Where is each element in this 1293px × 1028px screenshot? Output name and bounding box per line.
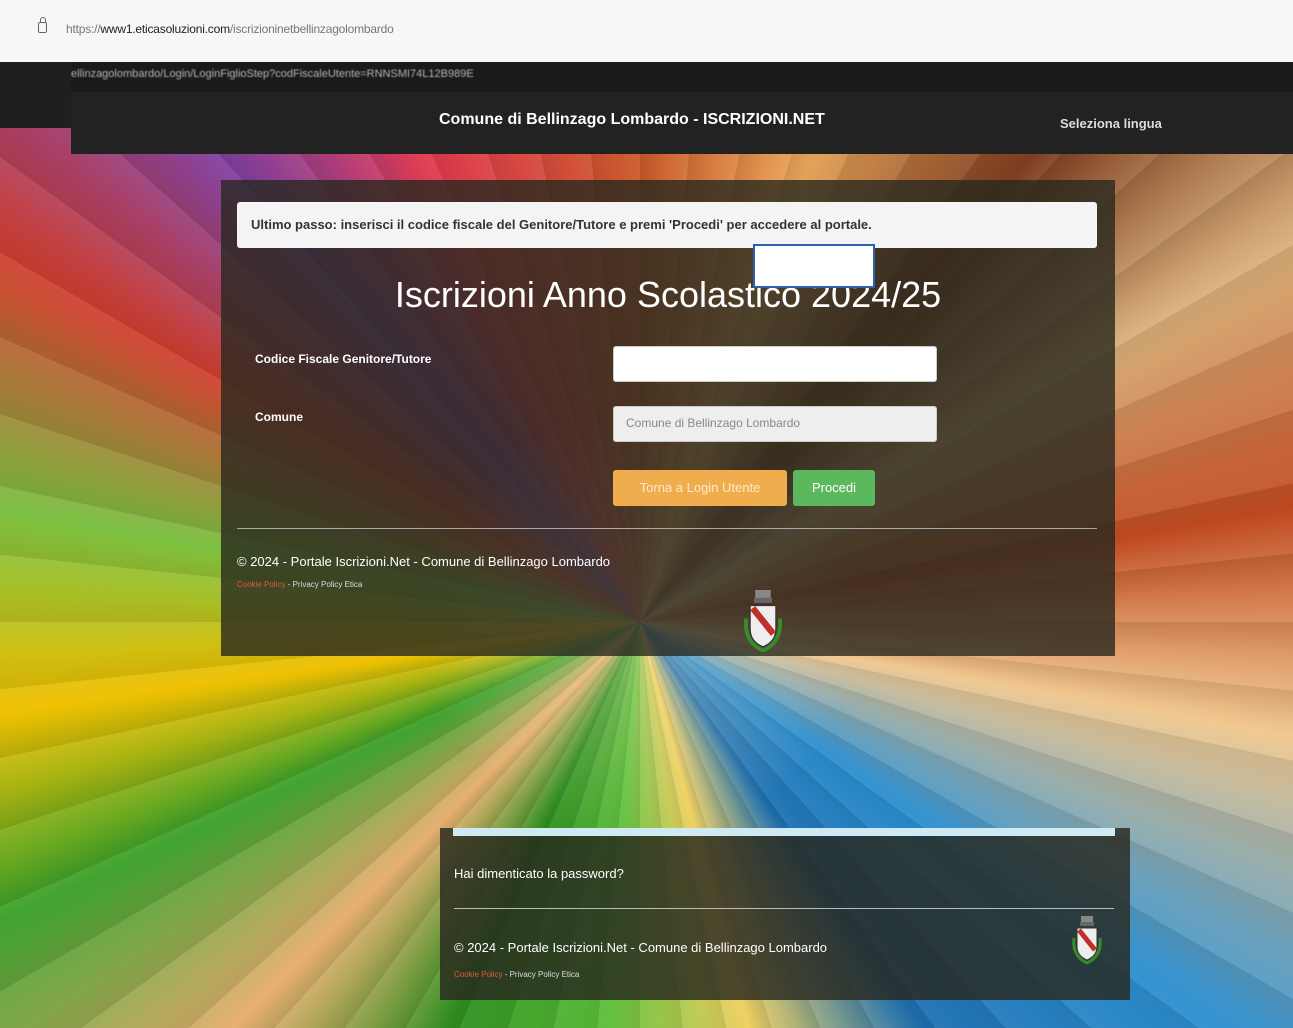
codice-fiscale-label: Codice Fiscale Genitore/Tutore — [255, 352, 432, 366]
cookie-policy-link[interactable]: Cookie Policy — [454, 970, 502, 979]
footer-links: Cookie Policy - Privacy Policy Etica — [237, 580, 362, 589]
navbar: Comune di Bellinzago Lombardo - ISCRIZIO… — [71, 92, 1293, 154]
panel-top-edge — [453, 828, 1115, 836]
municipal-crest-icon — [743, 590, 783, 652]
redaction-box — [753, 244, 875, 288]
cookie-policy-link[interactable]: Cookie Policy — [237, 580, 285, 589]
back-to-login-button[interactable]: Torna a Login Utente — [613, 470, 787, 506]
navbar-title[interactable]: Comune di Bellinzago Lombardo - ISCRIZIO… — [439, 111, 825, 129]
lock-icon — [38, 17, 47, 33]
proceed-button[interactable]: Procedi — [793, 470, 875, 506]
language-selector[interactable]: Seleziona lingua — [1060, 116, 1162, 131]
footer-copyright: © 2024 - Portale Iscrizioni.Net - Comune… — [454, 940, 828, 955]
separator: - — [285, 580, 293, 589]
underlying-login-panel: Hai dimenticato la password? © 2024 - Po… — [440, 828, 1130, 1000]
separator: - — [502, 970, 510, 979]
info-alert: Ultimo passo: inserisci il codice fiscal… — [237, 202, 1097, 248]
footer-copyright: © 2024 - Portale Iscrizioni.Net - Comune… — [237, 554, 611, 569]
browser-address-bar[interactable]: https://www1.eticasoluzioni.com/iscrizio… — [0, 0, 1293, 63]
municipal-crest-icon — [1072, 916, 1102, 964]
divider — [454, 908, 1114, 909]
forgot-password-link[interactable]: Hai dimenticato la password? — [454, 866, 624, 881]
url-text[interactable]: https://www1.eticasoluzioni.com/iscrizio… — [66, 22, 394, 36]
privacy-policy-link[interactable]: Privacy Policy Etica — [293, 580, 363, 589]
dark-strip — [0, 62, 72, 128]
privacy-policy-link[interactable]: Privacy Policy Etica — [510, 970, 580, 979]
portal-window: ellinzagolombardo/Login/LoginFiglioStep?… — [71, 62, 1293, 828]
overlay-url-text: ellinzagolombardo/Login/LoginFiglioStep?… — [71, 68, 474, 80]
page-title: Iscrizioni Anno Scolastico 2024/25 — [394, 274, 942, 315]
codice-fiscale-input[interactable] — [613, 346, 937, 382]
divider — [237, 528, 1097, 529]
login-card: Ultimo passo: inserisci il codice fiscal… — [221, 180, 1115, 656]
footer-links: Cookie Policy - Privacy Policy Etica — [454, 970, 579, 979]
comune-label: Comune — [255, 410, 303, 424]
overlay-url-bar: ellinzagolombardo/Login/LoginFiglioStep?… — [71, 62, 1293, 92]
comune-field[interactable]: Comune di Bellinzago Lombardo — [613, 406, 937, 442]
